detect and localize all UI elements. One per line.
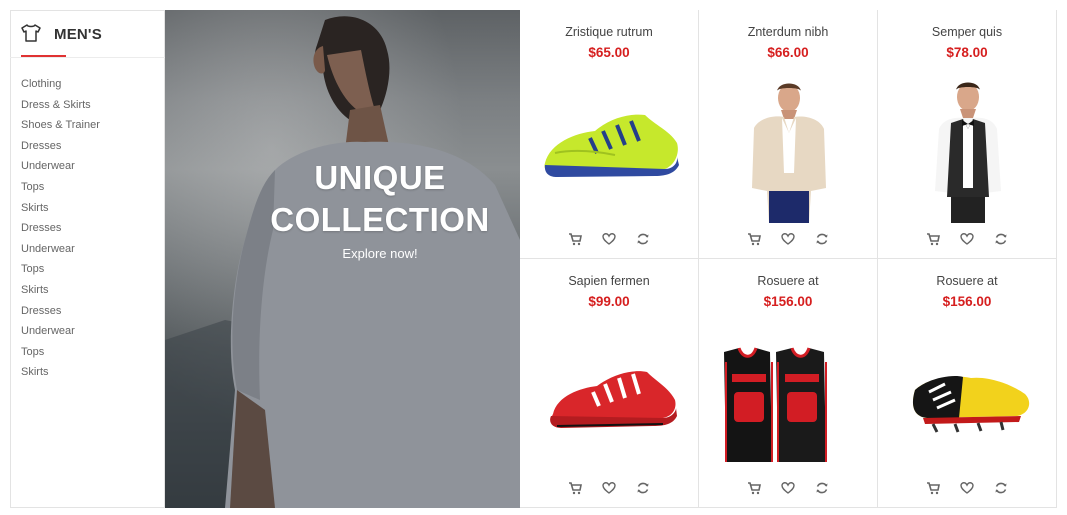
category-item[interactable]: Underwear bbox=[21, 323, 100, 344]
banner-heading-line-2: COLLECTION bbox=[270, 201, 490, 238]
product-card: Semper quis $78.00 bbox=[878, 10, 1057, 259]
heart-icon[interactable] bbox=[960, 232, 974, 246]
banner-heading-line-1: UNIQUE bbox=[314, 159, 446, 196]
category-list: Clothing Dress & Skirts Shoes & Trainer … bbox=[21, 76, 100, 385]
product-price: $156.00 bbox=[763, 294, 813, 309]
sidebar-title: MEN'S bbox=[54, 26, 102, 43]
heart-icon[interactable] bbox=[602, 232, 616, 246]
product-card: Zristique rutrum $65.00 bbox=[520, 10, 699, 259]
category-item[interactable]: Skirts bbox=[21, 200, 100, 221]
product-card: Znterdum nibh $66.00 bbox=[699, 10, 878, 259]
category-item[interactable]: Tops bbox=[21, 344, 100, 365]
product-card: Sapien fermen $99.00 bbox=[520, 259, 699, 508]
category-item[interactable]: Tops bbox=[21, 179, 100, 200]
refresh-icon[interactable] bbox=[636, 232, 650, 246]
product-image-red-shoe[interactable] bbox=[535, 322, 685, 472]
product-name[interactable]: Rosuere at bbox=[878, 274, 1056, 288]
product-price: $156.00 bbox=[942, 294, 992, 309]
product-actions bbox=[520, 481, 698, 497]
product-grid: Zristique rutrum $65.00 Znterdum nibh $6… bbox=[520, 10, 1057, 508]
refresh-icon[interactable] bbox=[636, 481, 650, 495]
product-actions bbox=[878, 481, 1056, 497]
cart-icon[interactable] bbox=[568, 232, 582, 246]
shirt-icon bbox=[21, 24, 41, 42]
cart-icon[interactable] bbox=[568, 481, 582, 495]
heart-icon[interactable] bbox=[781, 481, 795, 495]
sidebar-header: MEN'S bbox=[10, 10, 165, 58]
heart-icon[interactable] bbox=[602, 481, 616, 495]
refresh-icon[interactable] bbox=[815, 481, 829, 495]
refresh-icon[interactable] bbox=[994, 481, 1008, 495]
product-price: $99.00 bbox=[588, 294, 630, 309]
category-item[interactable]: Shoes & Trainer bbox=[21, 117, 100, 138]
refresh-icon[interactable] bbox=[815, 232, 829, 246]
product-actions bbox=[520, 232, 698, 248]
title-underline bbox=[21, 55, 66, 57]
cart-icon[interactable] bbox=[926, 232, 940, 246]
category-item[interactable]: Skirts bbox=[21, 282, 100, 303]
product-actions bbox=[699, 481, 877, 497]
cart-icon[interactable] bbox=[926, 481, 940, 495]
product-price: $66.00 bbox=[767, 45, 809, 60]
product-name[interactable]: Rosuere at bbox=[699, 274, 877, 288]
category-item[interactable]: Tops bbox=[21, 261, 100, 282]
heart-icon[interactable] bbox=[781, 232, 795, 246]
product-card: Rosuere at $156.00 bbox=[699, 259, 878, 508]
product-image-football-boot[interactable] bbox=[893, 322, 1043, 472]
category-item[interactable]: Dresses bbox=[21, 303, 100, 324]
product-name[interactable]: Znterdum nibh bbox=[699, 25, 877, 39]
product-name[interactable]: Semper quis bbox=[878, 25, 1056, 39]
explore-now-link[interactable]: Explore now! bbox=[165, 246, 520, 261]
product-image-basketball-jerseys[interactable] bbox=[714, 322, 864, 472]
product-name[interactable]: Zristique rutrum bbox=[520, 25, 698, 39]
product-price: $78.00 bbox=[946, 45, 988, 60]
refresh-icon[interactable] bbox=[994, 232, 1008, 246]
product-name[interactable]: Sapien fermen bbox=[520, 274, 698, 288]
category-item[interactable]: Underwear bbox=[21, 158, 100, 179]
category-item[interactable]: Underwear bbox=[21, 241, 100, 262]
category-item[interactable]: Dresses bbox=[21, 220, 100, 241]
category-item[interactable]: Dresses bbox=[21, 138, 100, 159]
promo-banner[interactable]: UNIQUE COLLECTION Explore now! bbox=[165, 10, 520, 508]
product-price: $65.00 bbox=[588, 45, 630, 60]
product-actions bbox=[699, 232, 877, 248]
product-image-beige-blazer[interactable] bbox=[714, 73, 864, 223]
product-actions bbox=[878, 232, 1056, 248]
category-item[interactable]: Skirts bbox=[21, 364, 100, 385]
heart-icon[interactable] bbox=[960, 481, 974, 495]
cart-icon[interactable] bbox=[747, 232, 761, 246]
product-image-green-shoe[interactable] bbox=[535, 73, 685, 223]
product-image-tuxedo-vest[interactable] bbox=[893, 73, 1043, 223]
category-sidebar: MEN'S Clothing Dress & Skirts Shoes & Tr… bbox=[10, 10, 165, 508]
cart-icon[interactable] bbox=[747, 481, 761, 495]
product-card: Rosuere at $156.00 bbox=[878, 259, 1057, 508]
category-item[interactable]: Clothing bbox=[21, 76, 100, 97]
category-item[interactable]: Dress & Skirts bbox=[21, 97, 100, 118]
